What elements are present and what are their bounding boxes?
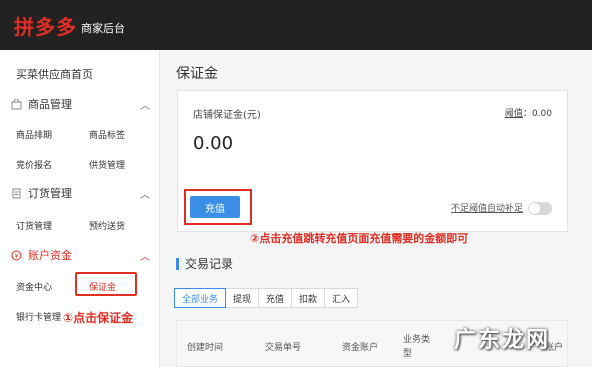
sidebar-section-products[interactable]: 商品管理 ︿ xyxy=(10,94,150,114)
autofill-toggle[interactable] xyxy=(528,202,552,215)
tab-withdraw[interactable]: 提现 xyxy=(225,288,260,308)
bag-icon xyxy=(10,98,22,110)
document-icon xyxy=(10,187,22,199)
sidebar-item-order-management[interactable]: 订货管理 xyxy=(16,219,52,232)
threshold-text: 阈值：0.00 xyxy=(504,109,552,119)
sidebar-item-bidding[interactable]: 竞价报名 xyxy=(16,158,52,171)
toggle-knob xyxy=(529,203,540,214)
sidebar-item-appointment[interactable]: 预约送货 xyxy=(89,219,125,232)
autofill-label: 不足阈值自动补足 xyxy=(451,204,524,214)
column-fund-account: 资金账户 xyxy=(342,343,379,353)
sidebar-item-supply[interactable]: 供货管理 xyxy=(89,158,125,171)
tab-deduction[interactable]: 扣款 xyxy=(291,288,326,308)
sidebar: 买菜供应商首页 商品管理 ︿ 商品排期 商品标签 竞价报名 供货管理 订货管理 … xyxy=(0,50,160,367)
annotation-step2: ②点击充值跳转充值页面充值需要的金额即可 xyxy=(250,232,469,245)
threshold-label[interactable]: 阈值 xyxy=(505,109,523,119)
sidebar-item-bank-cards[interactable]: 银行卡管理 xyxy=(16,310,61,323)
sidebar-section-label: 商品管理 xyxy=(28,98,72,111)
logo[interactable]: 拼多多 xyxy=(14,11,77,40)
sidebar-item-home[interactable]: 买菜供应商首页 xyxy=(16,66,93,82)
column-transaction-no: 交易单号 xyxy=(265,343,302,353)
sidebar-section-orders[interactable]: 订货管理 ︿ xyxy=(10,183,150,203)
recharge-button[interactable]: 充值 xyxy=(190,196,240,218)
chevron-up-icon: ︿ xyxy=(140,251,150,263)
annotation-step1: ①点击保证金 xyxy=(63,311,134,325)
sidebar-section-label: 订货管理 xyxy=(28,187,72,200)
threshold-value: 0.00 xyxy=(531,109,552,119)
sidebar-item-product-tags[interactable]: 商品标签 xyxy=(89,128,125,141)
column-business-type: 业务类型 xyxy=(403,335,431,359)
svg-text:¥: ¥ xyxy=(14,253,18,260)
page-title: 保证金 xyxy=(176,66,218,82)
tab-all[interactable]: 全部业务 xyxy=(174,288,227,308)
deposit-label: 店铺保证金(元) xyxy=(193,110,261,121)
main-content: 保证金 店铺保证金(元) 阈值：0.00 0.00 不足阈值自动补足 充值 ②点… xyxy=(161,50,592,367)
sidebar-section-label: 账户资金 xyxy=(28,249,72,262)
sidebar-section-account-funds[interactable]: ¥ 账户资金 ︿ xyxy=(10,245,150,265)
top-bar: 拼多多 商家后台 xyxy=(0,0,592,50)
chevron-up-icon: ︿ xyxy=(140,100,150,112)
sidebar-item-deposit[interactable]: 保证金 xyxy=(89,280,116,293)
coin-icon: ¥ xyxy=(10,249,22,261)
sidebar-item-fund-center[interactable]: 资金中心 xyxy=(16,280,52,293)
chevron-up-icon: ︿ xyxy=(140,189,150,201)
column-created-time: 创建时间 xyxy=(187,343,224,353)
deposit-amount: 0.00 xyxy=(193,133,234,154)
tab-recharge[interactable]: 充值 xyxy=(258,288,293,308)
tab-transfer-in[interactable]: 汇入 xyxy=(324,288,359,308)
transactions-title: 交易记录 xyxy=(176,258,233,270)
transaction-tabs: 全部业务 提现 充值 扣款 汇入 xyxy=(174,288,359,308)
watermark: 广东龙网 xyxy=(454,328,551,353)
logo-subtitle: 商家后台 xyxy=(81,22,125,35)
sidebar-item-product-schedule[interactable]: 商品排期 xyxy=(16,128,52,141)
